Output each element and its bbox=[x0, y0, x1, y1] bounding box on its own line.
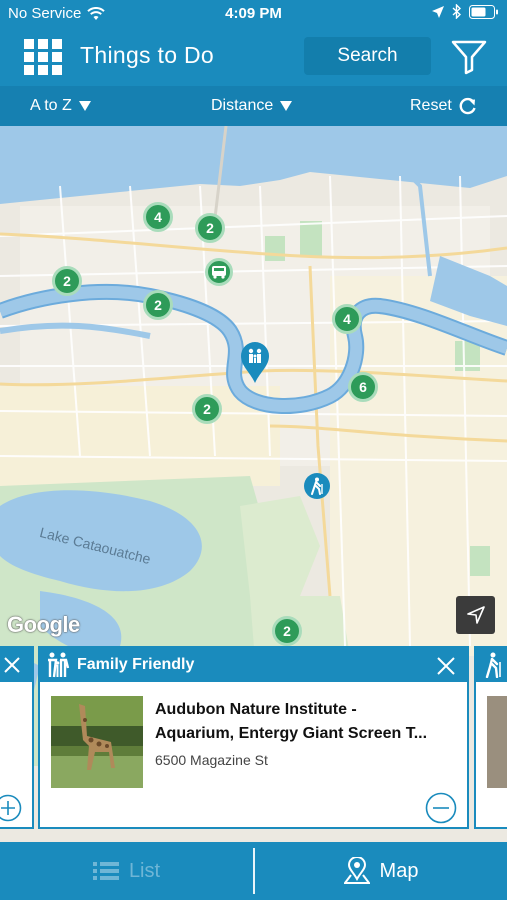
card-header bbox=[476, 648, 507, 682]
tab-map-label: Map bbox=[379, 859, 419, 882]
things-to-do-screen: No Service 4:09 PM Things to Do Search A… bbox=[0, 0, 507, 900]
map-cluster-marker[interactable]: 6 bbox=[348, 372, 378, 402]
remove-circle-icon[interactable] bbox=[425, 792, 457, 824]
card-header: Family Friendly bbox=[40, 648, 467, 682]
bus-icon bbox=[212, 266, 226, 279]
refresh-icon bbox=[459, 97, 476, 115]
location-arrow-icon bbox=[432, 5, 444, 18]
navigation-arrow-icon bbox=[466, 606, 485, 624]
triangle-down-icon bbox=[280, 101, 293, 111]
map-cluster-marker[interactable]: 2 bbox=[272, 616, 302, 646]
status-time: 4:09 PM bbox=[225, 5, 282, 22]
map-cluster-marker[interactable]: 2 bbox=[192, 394, 222, 424]
my-location-button[interactable] bbox=[456, 596, 495, 634]
grid-menu-icon[interactable] bbox=[24, 39, 62, 75]
card-header bbox=[0, 648, 32, 682]
search-button[interactable]: Search bbox=[304, 37, 431, 75]
tab-list-label: List bbox=[128, 859, 161, 882]
page-title: Things to Do bbox=[80, 42, 214, 68]
map-cluster-marker[interactable]: 2 bbox=[143, 290, 173, 320]
sort-az-label: A to Z bbox=[30, 97, 72, 114]
map-cluster-marker[interactable]: 4 bbox=[332, 304, 362, 334]
result-card-next[interactable] bbox=[474, 646, 507, 829]
close-icon[interactable] bbox=[437, 657, 455, 675]
filter-icon[interactable] bbox=[451, 39, 487, 75]
hiking-pin-icon[interactable] bbox=[304, 473, 330, 499]
giraffe-photo bbox=[51, 696, 143, 788]
distance-label: Distance bbox=[211, 97, 274, 114]
bus-pin-icon[interactable] bbox=[205, 258, 233, 286]
triangle-down-icon bbox=[78, 101, 91, 111]
card-category-label: Family Friendly bbox=[77, 656, 195, 673]
card-photo-next bbox=[487, 696, 507, 788]
add-circle-icon[interactable] bbox=[0, 794, 22, 822]
tab-map[interactable]: Map bbox=[255, 842, 507, 900]
family-friendly-pin-icon[interactable] bbox=[240, 342, 270, 384]
app-header: Things to Do Search bbox=[0, 28, 507, 86]
card-title[interactable]: Audubon Nature Institute - Aquarium, Ent… bbox=[155, 698, 465, 746]
status-bar: No Service 4:09 PM bbox=[0, 0, 507, 28]
battery-icon bbox=[469, 4, 498, 19]
sort-bar: A to Z Distance Reset bbox=[0, 86, 507, 126]
close-icon[interactable] bbox=[4, 657, 20, 673]
bluetooth-icon bbox=[452, 4, 461, 19]
distance-dropdown[interactable]: Distance bbox=[211, 97, 293, 115]
hiker-icon bbox=[485, 652, 501, 678]
map-cluster-marker[interactable]: 2 bbox=[52, 266, 82, 296]
map-cluster-marker[interactable]: 4 bbox=[143, 202, 173, 232]
sort-az-dropdown[interactable]: A to Z bbox=[30, 97, 91, 115]
map-cluster-marker[interactable]: 2 bbox=[195, 213, 225, 243]
card-photo-giraffe bbox=[51, 696, 143, 788]
tab-list[interactable]: List bbox=[0, 842, 253, 900]
card-address: 6500 Magazine St bbox=[155, 752, 268, 768]
result-card-previous[interactable] bbox=[0, 646, 34, 829]
hiker-icon bbox=[311, 477, 323, 495]
family-friendly-icon bbox=[48, 652, 70, 678]
list-icon bbox=[92, 862, 119, 880]
reset-label: Reset bbox=[410, 97, 452, 114]
google-logo: Google bbox=[7, 612, 80, 637]
map-pin-icon bbox=[343, 857, 370, 884]
status-right bbox=[432, 4, 499, 19]
bottom-tab-bar: List Map bbox=[0, 842, 507, 900]
result-card[interactable]: Family Friendly Audubon Nature Institute… bbox=[38, 646, 469, 829]
reset-button[interactable]: Reset bbox=[410, 97, 477, 115]
